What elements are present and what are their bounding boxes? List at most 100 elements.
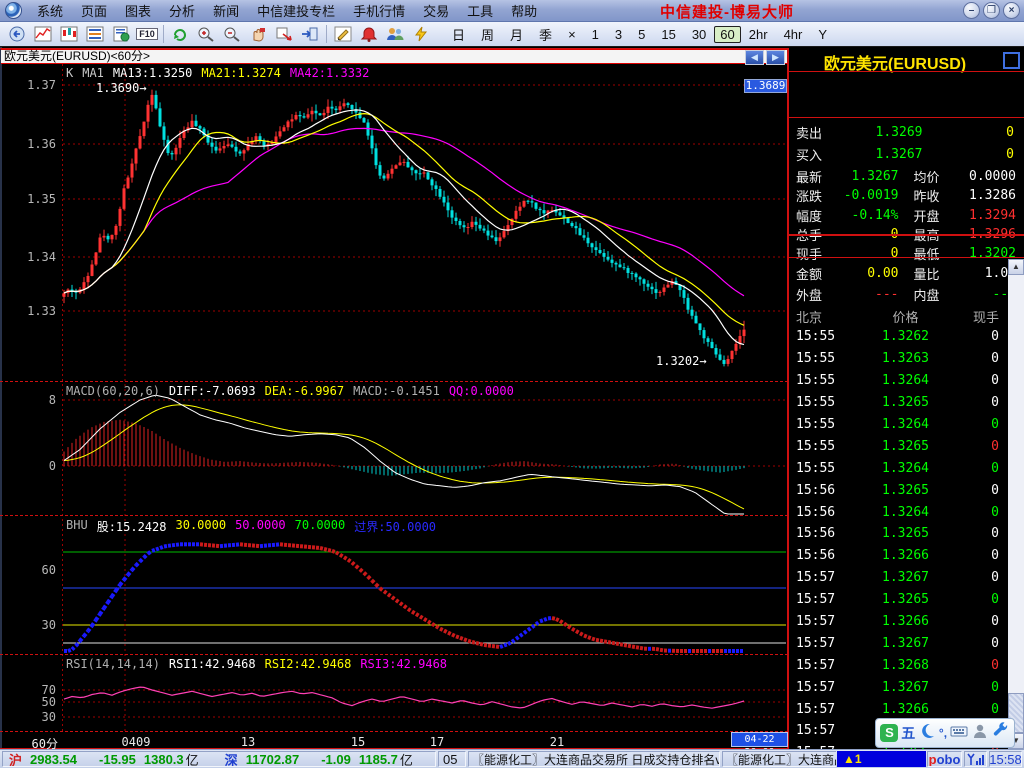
window-buttons: –❐× (963, 2, 1020, 19)
toolbar-icon-draw[interactable] (330, 23, 356, 46)
tick-volume: 0 (953, 439, 1007, 454)
menu-item-系统[interactable]: 系统 (28, 0, 72, 22)
menu-item-新闻[interactable]: 新闻 (204, 0, 248, 22)
period-周[interactable]: 周 (473, 24, 502, 45)
y-axis-label: 1.34 (4, 250, 56, 264)
period-5[interactable]: 5 (630, 26, 653, 43)
minimize-button[interactable]: – (963, 2, 980, 19)
price: 1.3269 (838, 125, 960, 140)
period-4hr[interactable]: 4hr (776, 26, 811, 43)
stat-cell: 量比1.00 (907, 264, 1024, 283)
period-3[interactable]: 3 (607, 26, 630, 43)
price: 1.3267 (838, 147, 960, 162)
macd-legend-item: DEA:-6.9967 (265, 384, 344, 398)
menu-item-交易[interactable]: 交易 (414, 0, 458, 22)
ask-row: 卖出1.32690 (789, 121, 1024, 143)
toolbar-icon-window-jump[interactable] (297, 23, 323, 46)
quote-stats-grid: 最新1.3267均价0.0000涨跌-0.0019昨收1.3286幅度-0.14… (789, 167, 1024, 283)
sogou-icon[interactable]: S (880, 724, 898, 742)
tick-volume: 0 (953, 483, 1007, 498)
close-button[interactable]: × (1003, 2, 1020, 19)
user-icon[interactable] (971, 722, 989, 745)
separator-line (0, 515, 788, 516)
menu-item-页面[interactable]: 页面 (72, 0, 116, 22)
x-axis-tick: 21 (550, 735, 564, 749)
stat-label: 最低 (907, 244, 950, 263)
ime-toolbar[interactable]: S五 °, (875, 718, 1015, 748)
panel-maximize-icon[interactable] (1003, 52, 1020, 69)
tick-time: 15:55 (789, 395, 858, 410)
tick-time: 15:57 (789, 614, 858, 629)
price-badge: 1.3689 (744, 79, 787, 93)
quote-scrollbar[interactable]: ▲ ▼ (1008, 259, 1024, 749)
menu-item-手机行情[interactable]: 手机行情 (344, 0, 414, 22)
tick-time: 15:57 (789, 592, 858, 607)
toolbar-icon-kline-chart[interactable] (56, 23, 82, 46)
menu-item-图表[interactable]: 图表 (116, 0, 160, 22)
toolbar-icon-report[interactable] (108, 23, 134, 46)
toolbar-icon-line-chart[interactable] (30, 23, 56, 46)
tick-time: 15:55 (789, 417, 858, 432)
toolbar-icon-lightning[interactable] (408, 23, 434, 46)
period-日[interactable]: 日 (444, 24, 473, 45)
menu-item-帮助[interactable]: 帮助 (502, 0, 546, 22)
tick-time: 15:55 (789, 373, 858, 388)
period-×[interactable]: × (560, 26, 584, 43)
tick-time: 15:55 (789, 461, 858, 476)
stats-row: 最新1.3267均价0.0000 (789, 167, 1024, 186)
toolbar-icon-back[interactable] (4, 23, 30, 46)
period-2hr[interactable]: 2hr (741, 26, 776, 43)
period-30[interactable]: 30 (684, 26, 714, 43)
period-15[interactable]: 15 (653, 26, 683, 43)
y-axis-label: 1.36 (4, 137, 56, 151)
period-月[interactable]: 月 (502, 24, 531, 45)
period-60[interactable]: 60 (714, 26, 740, 43)
menu-item-分析[interactable]: 分析 (160, 0, 204, 22)
tick-volume: 0 (953, 461, 1007, 476)
toolbar-icon-quote-list[interactable] (82, 23, 108, 46)
menu-item-中信建投专栏[interactable]: 中信建投专栏 (248, 0, 344, 22)
scroll-up-icon[interactable]: ▲ (1008, 259, 1024, 275)
high-annotation: 1.3690→ (96, 81, 147, 95)
wubi-icon[interactable]: 五 (901, 723, 915, 743)
index-summary: 沪 2983.54 -15.95 1380.3 亿 深 11702.87 -1.… (2, 751, 436, 767)
rhv-legend-item: 70.0000 (295, 518, 346, 535)
stat-cell: 开盘1.3294 (907, 206, 1024, 225)
toolbar-icon-alarm[interactable] (356, 23, 382, 46)
stats-row: 涨跌-0.0019昨收1.3286 (789, 186, 1024, 205)
toolbar-icon-window-switch[interactable] (271, 23, 297, 46)
inout-cell: 内盘--- (907, 285, 1024, 304)
toolbar-icon-zoom-in[interactable] (193, 23, 219, 46)
punctuation-icon[interactable]: °, (939, 726, 947, 740)
kline-legend-item: MA42:1.3332 (290, 66, 369, 80)
separator-line (788, 257, 1024, 258)
restore-button[interactable]: ❐ (983, 2, 1000, 19)
tick-volume: 0 (953, 680, 1007, 695)
tick-row: 15:551.32650 (789, 392, 1007, 414)
sh-index: 2983.54 (30, 752, 77, 767)
stat-label: 金额 (789, 264, 832, 283)
keyboard-icon[interactable] (950, 722, 968, 745)
quote-panel: 欧元美元(EURUSD) 卖出1.32690买入1.32670 最新1.3267… (789, 48, 1024, 749)
sz-unit: 亿 (400, 751, 413, 767)
toolbar-icon-f10[interactable]: F10 (134, 23, 160, 46)
tick-volume: 0 (953, 373, 1007, 388)
toolbar-icon-users[interactable] (382, 23, 408, 46)
moon-icon[interactable] (918, 722, 936, 745)
chart-canvas[interactable] (0, 47, 788, 749)
toolbar-separator (163, 25, 164, 43)
period-Y[interactable]: Y (810, 26, 835, 43)
period-季[interactable]: 季 (531, 24, 560, 45)
tick-row: 15:571.32660 (789, 698, 1007, 720)
tick-row: 15:561.32640 (789, 501, 1007, 523)
wrench-icon[interactable] (992, 722, 1010, 745)
titlebar: 系统页面图表分析新闻中信建投专栏手机行情交易工具帮助 中信建投-博易大师 –❐× (0, 0, 1024, 22)
volume: 0 (960, 125, 1024, 140)
tick-list[interactable]: 15:551.3262015:551.3263015:551.3264015:5… (789, 326, 1007, 768)
period-1[interactable]: 1 (584, 26, 607, 43)
toolbar-icon-zoom-out[interactable] (219, 23, 245, 46)
toolbar-icon-drag-hand[interactable] (245, 23, 271, 46)
menu-item-工具[interactable]: 工具 (458, 0, 502, 22)
rsi-legend-item: RSI2:42.9468 (265, 657, 352, 671)
toolbar-icon-refresh[interactable] (167, 23, 193, 46)
